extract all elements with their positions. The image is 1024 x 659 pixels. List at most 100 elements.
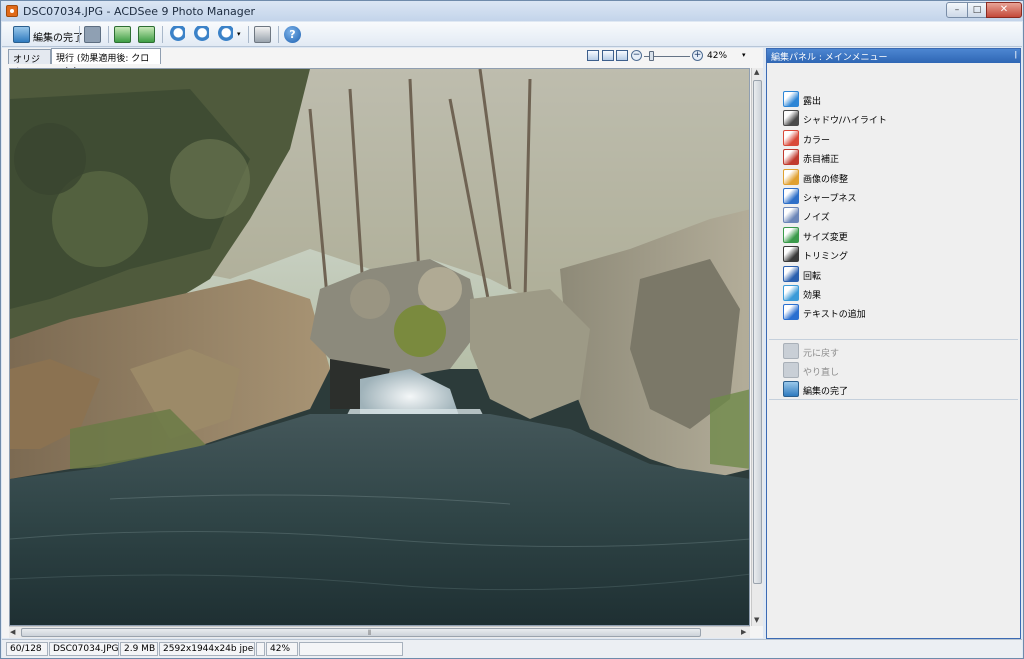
toolbar-separator	[278, 26, 279, 43]
edit-tool-label: ノイズ	[803, 213, 830, 224]
scroll-up-icon[interactable]: ▲	[754, 68, 759, 76]
scroll-down-icon[interactable]: ▼	[754, 616, 759, 624]
edit-tool-item[interactable]: シャープネス	[783, 188, 1003, 204]
maximize-button[interactable]: □	[967, 2, 987, 18]
zoom-plus-button[interactable]: +	[692, 50, 703, 61]
shadow-highlight-icon	[783, 110, 799, 127]
zoom-in-icon[interactable]	[168, 26, 185, 43]
photo-canvas	[10, 69, 749, 625]
status-filename: DSC07034.JPG	[49, 642, 119, 656]
edit-tool-label: シャドウ/ハイライト	[803, 116, 887, 127]
status-image-position: 60/128	[6, 642, 48, 656]
app-logo-icon[interactable]	[6, 5, 18, 17]
edit-tool-item[interactable]: ノイズ	[783, 207, 1003, 224]
next-image-icon[interactable]	[138, 26, 155, 43]
main-toolbar: 編集の完了 ▾ ?	[2, 22, 1022, 47]
minimize-button[interactable]: –	[946, 2, 968, 18]
edit-action-item: やり直し	[783, 362, 1003, 378]
resize-icon	[783, 226, 799, 243]
edit-panel-title: 編集パネル : メインメニュー	[771, 53, 888, 63]
tab-current[interactable]: 現行 (効果適用後: クローン)	[51, 48, 161, 77]
edit-tool-item[interactable]: 赤目補正	[783, 149, 1003, 166]
close-button[interactable]: ✕	[986, 2, 1022, 18]
edit-tool-item[interactable]: シャドウ/ハイライト	[783, 110, 1003, 127]
edit-tool-item[interactable]: テキストの追加	[783, 304, 1003, 321]
zoom-slider-thumb[interactable]	[648, 51, 654, 61]
sharpen-icon	[783, 188, 799, 204]
toolbar-separator	[162, 26, 163, 43]
red-eye-icon	[783, 149, 799, 166]
fit-image-view-icon[interactable]	[602, 50, 614, 61]
edit-action-label: 編集の完了	[803, 387, 849, 397]
edit-tool-item[interactable]: 画像の修整	[783, 168, 1003, 185]
panel-divider	[769, 399, 1018, 400]
edit-tool-item[interactable]: 露出	[783, 91, 1003, 107]
edit-tool-label: トリミング	[803, 252, 849, 263]
edit-tool-item[interactable]: トリミング	[783, 246, 1003, 263]
finish-edit-button[interactable]: 編集の完了	[33, 29, 83, 44]
edit-tool-label: サイズ変更	[803, 232, 848, 243]
finish-edit-icon	[783, 381, 799, 397]
edit-action-label: 元に戻す	[803, 349, 840, 359]
help-icon[interactable]: ?	[284, 26, 301, 43]
edit-action-label: やり直し	[803, 368, 840, 378]
scroll-grip-icon: ⦀	[368, 629, 372, 637]
vertical-scroll-thumb[interactable]	[753, 80, 762, 584]
edit-tool-label: 回転	[803, 271, 822, 282]
save-icon[interactable]	[84, 26, 101, 43]
edit-tool-label: テキストの追加	[803, 310, 866, 321]
application-window: DSC07034.JPG - ACDSee 9 Photo Manager – …	[0, 0, 1024, 659]
edit-tool-item[interactable]: 回転	[783, 265, 1003, 282]
image-viewer[interactable]	[9, 68, 750, 626]
edit-tool-label: カラー	[803, 135, 831, 146]
actual-size-view-icon[interactable]	[587, 50, 599, 61]
status-empty-field	[299, 642, 403, 656]
status-filesize: 2.9 MB	[120, 642, 158, 656]
status-bar: 60/128 DSC07034.JPG 2.9 MB 2592x1944x24b…	[2, 639, 1022, 658]
toolbar-separator	[79, 26, 80, 43]
edit-panel-header: 編集パネル : メインメニュー ǀ	[767, 49, 1020, 63]
toolbar-separator	[108, 26, 109, 43]
edit-tool-item[interactable]: 効果	[783, 285, 1003, 301]
horizontal-scrollbar[interactable]: ◀ ⦀ ▶	[9, 626, 750, 638]
edit-tool-label: 画像の修整	[803, 174, 849, 185]
pin-icon[interactable]: ǀ	[1015, 50, 1017, 59]
crop-icon	[783, 246, 799, 263]
undo-icon	[783, 343, 799, 359]
edit-panel-body: 露出シャドウ/ハイライト カラー赤目補正画像の修整シャープネス ノイズサイズ変更トリ…	[769, 65, 1018, 638]
tab-original[interactable]: オリジナル	[8, 49, 51, 78]
zoom-minus-button[interactable]: −	[631, 50, 642, 61]
zoom-out-icon[interactable]	[192, 26, 209, 43]
previous-image-icon[interactable]	[114, 26, 131, 43]
rotate-icon	[783, 265, 799, 282]
horizontal-scroll-thumb[interactable]: ⦀	[21, 628, 701, 637]
zoom-dropdown-arrow[interactable]: ▾	[237, 30, 241, 38]
status-dimensions: 2592x1944x24b jpeg	[159, 642, 255, 656]
effects-icon	[783, 285, 799, 301]
finish-edit-icon[interactable]	[13, 26, 30, 43]
split-view-icon[interactable]	[616, 50, 628, 61]
edit-tool-item[interactable]: カラー	[783, 129, 1003, 146]
panel-divider	[769, 339, 1018, 340]
edit-action-item[interactable]: 編集の完了	[783, 381, 1003, 397]
edit-action-item: 元に戻す	[783, 343, 1003, 359]
scroll-left-icon[interactable]: ◀	[10, 628, 15, 636]
color-icon	[783, 129, 799, 146]
noise-icon	[783, 207, 799, 224]
edit-tool-label: シャープネス	[803, 194, 857, 204]
edit-tool-label: 露出	[803, 97, 822, 107]
window-title: DSC07034.JPG - ACDSee 9 Photo Manager	[23, 5, 256, 18]
vertical-scrollbar[interactable]: ▲ ▼	[751, 68, 763, 626]
image-work-area: オリジナル 現行 (効果適用後: クローン) − + 42% ▾	[2, 48, 763, 638]
redo-icon	[783, 362, 799, 378]
title-bar: DSC07034.JPG - ACDSee 9 Photo Manager – …	[1, 1, 1023, 21]
zoom-fit-icon[interactable]	[216, 26, 233, 43]
edit-tool-label: 赤目補正	[803, 155, 840, 166]
edit-panel: 編集パネル : メインメニュー ǀ 露出シャドウ/ハイライト カラー赤目補正画像の…	[766, 48, 1021, 639]
status-indicator	[256, 642, 265, 656]
scroll-right-icon[interactable]: ▶	[741, 628, 746, 636]
print-icon[interactable]	[254, 26, 271, 43]
zoom-level-dropdown-arrow[interactable]: ▾	[742, 51, 746, 59]
edit-tool-item[interactable]: サイズ変更	[783, 226, 1003, 243]
status-zoom: 42%	[266, 642, 298, 656]
